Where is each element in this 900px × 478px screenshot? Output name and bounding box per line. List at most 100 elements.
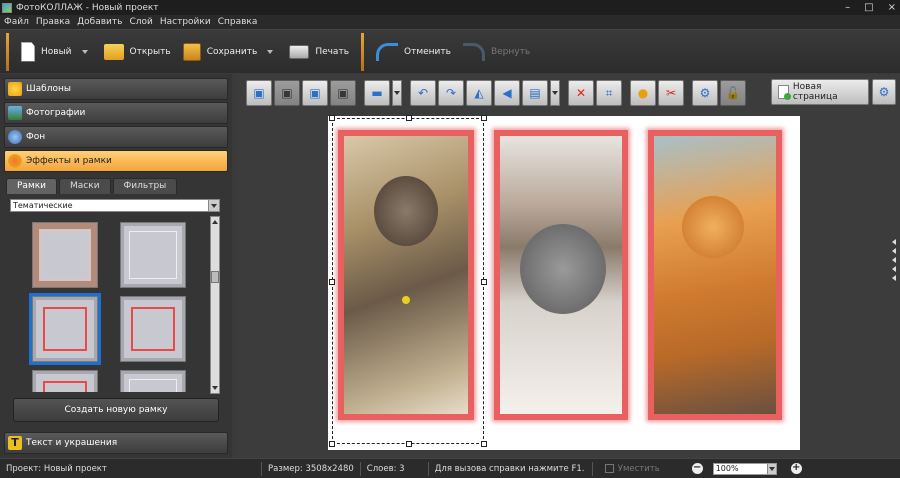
flip-horizontal-icon[interactable]: ◭ — [466, 80, 492, 106]
menu-edit[interactable]: Правка — [36, 17, 70, 27]
chevron-left-icon[interactable] — [892, 239, 896, 245]
tab-masks[interactable]: Маски — [59, 178, 111, 194]
zoom-select[interactable]: 100% — [712, 462, 777, 475]
send-backward-icon[interactable]: ▣ — [302, 80, 328, 106]
section-photos[interactable]: Фотографии — [4, 102, 228, 124]
new-page-button[interactable]: Новая страница — [771, 79, 869, 105]
distribute-icon[interactable]: ▤ — [522, 80, 548, 106]
resize-handle[interactable] — [329, 115, 335, 121]
selection-box[interactable] — [329, 115, 487, 447]
palette-icon — [8, 154, 22, 168]
create-frame-button[interactable]: Создать новую рамку — [13, 398, 219, 422]
tab-frames[interactable]: Рамки — [6, 178, 58, 194]
frame-category-value: Тематические — [13, 201, 73, 210]
align-dropdown-icon[interactable] — [392, 80, 402, 106]
resize-handle[interactable] — [481, 279, 487, 285]
photo-3-orange-kitten[interactable] — [648, 130, 782, 420]
redo-label: Вернуть — [490, 46, 531, 57]
save-icon — [182, 42, 201, 61]
section-effects-label: Эффекты и рамки — [26, 156, 112, 166]
send-to-back-icon[interactable]: ▣ — [330, 80, 356, 106]
chevron-left-icon[interactable] — [892, 248, 896, 254]
scroll-up-icon[interactable] — [211, 218, 219, 226]
fit-icon — [604, 464, 614, 473]
rotate-right-icon[interactable]: ↷ — [438, 80, 464, 106]
section-text-decorations[interactable]: T Текст и украшения — [4, 432, 228, 454]
scroll-down-icon[interactable] — [211, 384, 219, 392]
app-window: ФотоКОЛЛАЖ - Новый проект – □ × Файл Пра… — [0, 0, 900, 478]
resize-handle[interactable] — [329, 441, 335, 447]
resize-handle[interactable] — [406, 441, 412, 447]
zoom-out-icon[interactable]: − — [691, 463, 703, 474]
save-dropdown-icon[interactable] — [267, 49, 274, 54]
delete-icon[interactable]: ✕ — [568, 80, 594, 106]
maximize-icon[interactable]: □ — [864, 2, 873, 13]
window-title: ФотоКОЛЛАЖ - Новый проект — [16, 2, 159, 13]
print-button[interactable]: Печать — [283, 34, 355, 70]
photo-2-grey-kitten[interactable] — [494, 130, 628, 420]
section-templates[interactable]: Шаблоны — [4, 78, 228, 100]
frame-thumbnail-floral[interactable] — [32, 222, 98, 288]
new-dropdown-icon[interactable] — [81, 49, 88, 54]
remove-effects-icon[interactable]: ✂ — [658, 80, 684, 106]
zoom-value: 100% — [715, 463, 739, 473]
minimize-icon[interactable]: – — [845, 2, 850, 13]
toolbar-accent-divider — [6, 32, 9, 71]
frame-thumbnail-red-selected[interactable] — [29, 293, 101, 365]
new-button[interactable]: Новый — [15, 34, 78, 70]
undo-button[interactable]: Отменить — [370, 34, 457, 70]
save-button[interactable]: Сохранить — [177, 34, 264, 70]
frame-thumbnail-red[interactable] — [120, 296, 186, 362]
page-settings-icon[interactable]: ⚙ — [872, 79, 896, 105]
status-project-label: Проект: — [6, 463, 42, 474]
fit-button[interactable]: Уместить — [604, 464, 660, 474]
title-bar: ФотоКОЛЛАЖ - Новый проект – □ × — [0, 0, 900, 15]
effects-tabs: Рамки Маски Фильтры — [6, 178, 226, 194]
close-icon[interactable]: × — [888, 2, 896, 13]
section-background-label: Фон — [26, 132, 46, 142]
chevron-left-icon[interactable] — [892, 257, 896, 263]
tab-filters[interactable]: Фильтры — [112, 178, 178, 194]
chevron-left-icon[interactable] — [892, 266, 896, 272]
section-effects-frames[interactable]: Эффекты и рамки — [4, 150, 228, 172]
section-photos-label: Фотографии — [26, 108, 86, 118]
menu-layer[interactable]: Слой — [129, 17, 152, 27]
menu-settings[interactable]: Настройки — [160, 17, 211, 27]
red-frame-border-2 — [494, 130, 628, 420]
resize-handle[interactable] — [481, 115, 487, 121]
section-background[interactable]: Фон — [4, 126, 228, 148]
frame-thumbnail-plain[interactable] — [120, 222, 186, 288]
app-logo-icon — [2, 2, 12, 13]
text-icon: T — [8, 436, 22, 450]
undo-label: Отменить — [404, 46, 451, 57]
frame-category-select[interactable]: Тематические — [10, 199, 220, 212]
left-panel: Шаблоны Фотографии Фон Эффекты и рамки Р… — [0, 74, 232, 458]
frame-thumbnail-plain-2[interactable] — [120, 370, 186, 392]
resize-handle[interactable] — [481, 441, 487, 447]
lock-icon[interactable]: 🔓 — [720, 80, 746, 106]
scroll-thumb[interactable] — [211, 271, 219, 283]
distribute-dropdown-icon[interactable] — [550, 80, 560, 106]
zoom-in-icon[interactable]: + — [790, 463, 802, 474]
effects-icon[interactable]: ● — [630, 80, 656, 106]
flip-vertical-icon[interactable]: ◀ — [494, 80, 520, 106]
open-button[interactable]: Открыть — [98, 34, 177, 70]
menu-help[interactable]: Справка — [218, 17, 258, 27]
resize-handle[interactable] — [329, 279, 335, 285]
side-collapse-arrows[interactable] — [892, 239, 900, 281]
frame-thumbnail-red-2[interactable] — [32, 370, 98, 392]
status-layers-label: Слоев: — [366, 463, 397, 474]
save-label: Сохранить — [206, 46, 258, 57]
menu-file[interactable]: Файл — [4, 17, 29, 27]
frame-gallery-scrollbar[interactable] — [210, 216, 220, 394]
align-icon[interactable]: ▬ — [364, 80, 390, 106]
rotate-left-icon[interactable]: ↶ — [410, 80, 436, 106]
bring-to-front-icon[interactable]: ▣ — [246, 80, 272, 106]
gear-icon[interactable]: ⚙ — [692, 80, 718, 106]
redo-button[interactable]: Вернуть — [457, 34, 536, 70]
chevron-left-icon[interactable] — [892, 275, 896, 281]
crop-icon[interactable]: ⌗ — [596, 80, 622, 106]
bring-forward-icon[interactable]: ▣ — [274, 80, 300, 106]
menu-add[interactable]: Добавить — [77, 17, 122, 27]
resize-handle[interactable] — [406, 115, 412, 121]
